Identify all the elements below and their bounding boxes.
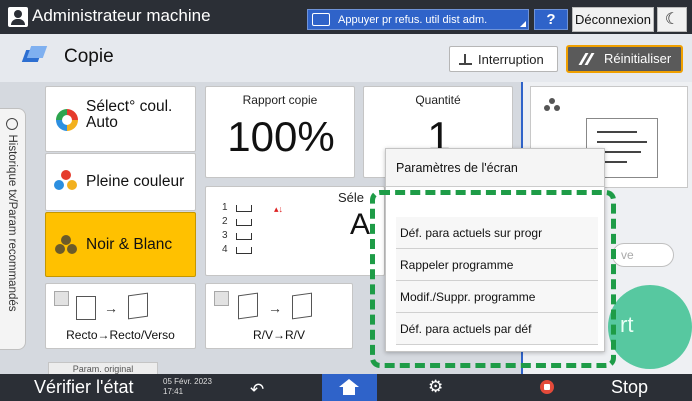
monitor-icon (312, 13, 330, 26)
full-color-icon (54, 170, 78, 194)
energy-saver-button[interactable]: ☾ (657, 7, 687, 32)
moon-icon: ☾ (664, 11, 680, 28)
remote-refuse-label: Appuyer pr refus. util dist adm. (338, 13, 488, 26)
page-title: Copie (64, 46, 114, 67)
home-button[interactable] (322, 374, 377, 401)
copy-ratio-button[interactable]: Rapport copie 100% (205, 86, 355, 178)
arrow-icon: → (268, 300, 282, 316)
stop-icon[interactable] (540, 380, 554, 394)
remote-refuse-button[interactable]: Appuyer pr refus. util dist adm. (307, 9, 529, 30)
paper-select-label: Séle (338, 190, 365, 205)
stop-button[interactable]: Stop (611, 377, 648, 398)
copy-ratio-label: Rapport copie (242, 93, 318, 107)
duplex-page-icon (292, 292, 312, 320)
user-icon (8, 7, 28, 27)
black-white-icon (542, 98, 562, 114)
gear-icon[interactable]: ⚙ (428, 377, 443, 397)
black-white-button[interactable]: Noir & Blanc (45, 212, 196, 277)
copy-ratio-value: 100% (227, 113, 335, 160)
reset-icon (578, 53, 594, 65)
full-color-label: Pleine couleur (86, 173, 185, 190)
menu-header: Paramètres de l'écran (386, 149, 604, 187)
logout-button[interactable]: Déconnexion (572, 7, 654, 32)
interrupt-icon (459, 54, 472, 65)
page-icon (238, 292, 258, 320)
arrow-icon: → (104, 300, 118, 316)
date-time: 05 Févr. 2023 17:41 (163, 377, 212, 397)
time-text: 17:41 (163, 387, 184, 396)
duplex-label: Recto→Recto/Verso (66, 328, 175, 342)
copy-app-icon (21, 46, 48, 66)
rv-label: R/V→R/V (252, 328, 305, 342)
history-tab-label: Historique tx/Param recommandés (6, 134, 18, 312)
paper-size-value: A (350, 208, 371, 241)
highlight-frame (370, 190, 616, 368)
black-white-label: Noir & Blanc (86, 236, 173, 253)
check-status-button[interactable]: Vérifier l'état (34, 377, 133, 398)
duplex-checkbox[interactable] (54, 291, 69, 306)
reset-button[interactable]: Réinitialiser (566, 45, 683, 73)
corner-marker-icon (520, 21, 526, 27)
back-icon[interactable]: ↶ (250, 380, 264, 400)
quantity-label: Quantité (415, 93, 461, 107)
preview-pill-button[interactable]: ve (612, 243, 674, 267)
duplex-button[interactable]: → Recto→Recto/Verso (45, 283, 196, 349)
home-icon (339, 379, 359, 395)
full-color-button[interactable]: Pleine couleur (45, 153, 196, 211)
user-label: Administrateur machine (32, 6, 211, 25)
help-button[interactable]: ? (534, 9, 568, 30)
rv-button[interactable]: → R/V→R/V (205, 283, 353, 349)
color-auto-button[interactable]: Sélect° coul. Auto (45, 86, 196, 152)
page-icon (76, 296, 96, 320)
duplex-page-icon (128, 292, 148, 320)
interrupt-button[interactable]: Interruption (449, 46, 558, 72)
black-white-icon (54, 235, 78, 255)
color-auto-label: Sélect° coul. Auto (86, 98, 173, 131)
auto-color-icon (56, 109, 78, 131)
original-settings-label: Param. original (72, 364, 134, 374)
interrupt-label: Interruption (478, 52, 544, 67)
date-text: 05 Févr. 2023 (163, 377, 212, 386)
reset-label: Réinitialiser (604, 51, 672, 66)
staple-mark-icon: ▴↓ (274, 204, 284, 214)
rv-checkbox[interactable] (214, 291, 229, 306)
start-label: rt (620, 312, 634, 337)
